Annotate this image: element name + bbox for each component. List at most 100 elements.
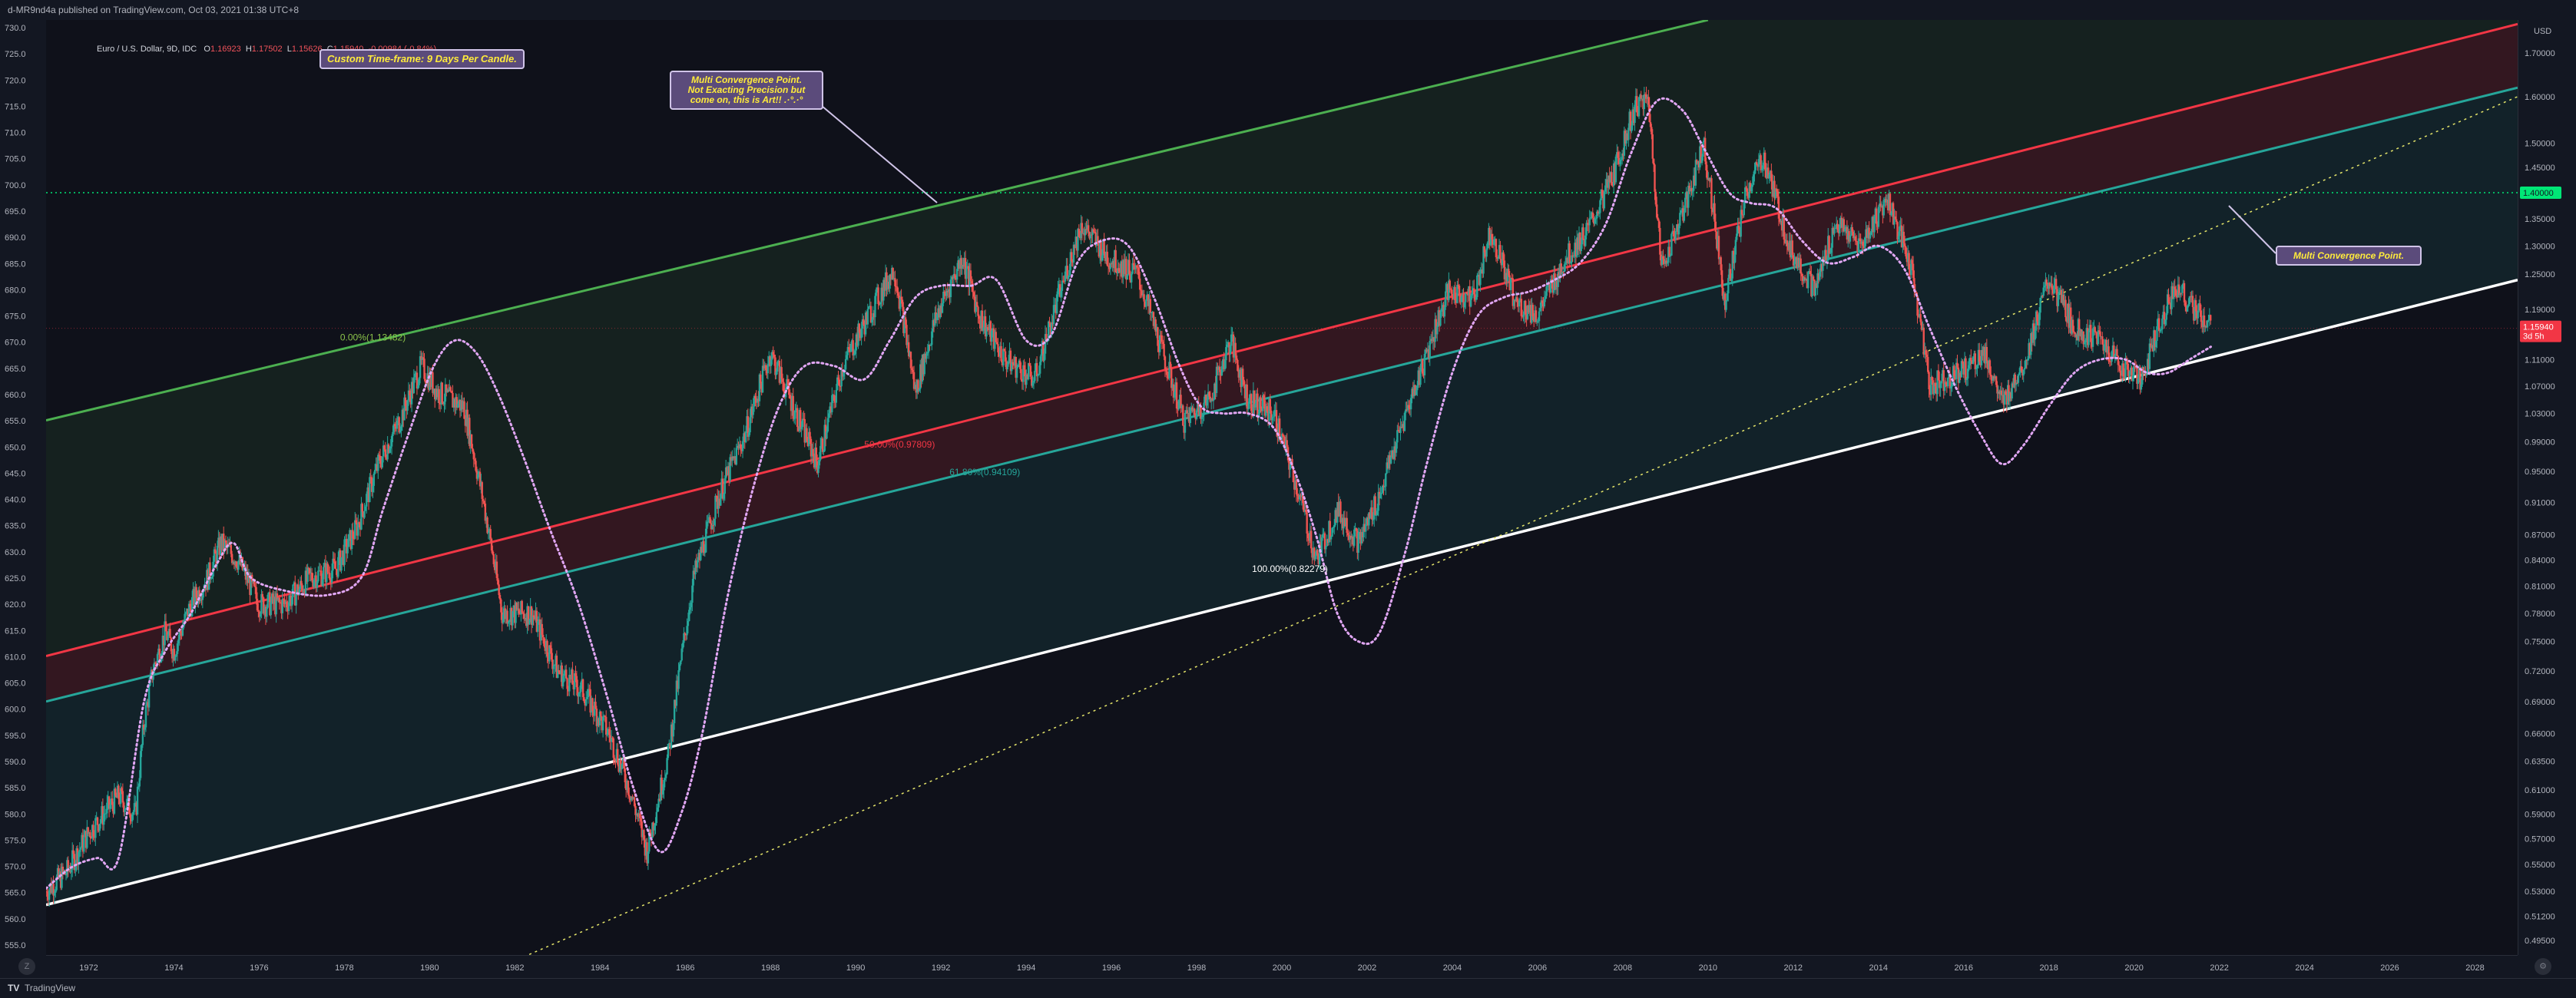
candle-body bbox=[121, 788, 123, 791]
last-price-value: 1.15940 bbox=[2523, 323, 2554, 332]
candle-body bbox=[1763, 152, 1766, 170]
candle-body bbox=[1002, 349, 1005, 366]
candle-body bbox=[70, 869, 73, 873]
candle-body bbox=[1032, 381, 1035, 382]
timeframe-note[interactable]: Custom Time-frame: 9 Days Per Candle. bbox=[320, 49, 525, 69]
candle-body bbox=[818, 459, 821, 466]
candle-body bbox=[1743, 187, 1747, 202]
candle-body bbox=[1627, 127, 1630, 140]
candle-body bbox=[1220, 366, 1223, 376]
right-axis-tick: 0.69000 bbox=[2525, 698, 2555, 707]
candle-body bbox=[770, 359, 773, 366]
time-axis[interactable]: 1972 1974 1976 1978 1980 1982 1984 1986 1988 1990… bbox=[46, 955, 2518, 979]
candle-body bbox=[1800, 258, 1802, 274]
candle-body bbox=[969, 270, 972, 282]
candle-body bbox=[709, 517, 711, 524]
candle-body bbox=[991, 330, 993, 342]
candle-body bbox=[1951, 382, 1953, 387]
candle-body bbox=[389, 448, 391, 453]
right-axis-tick: 0.53000 bbox=[2525, 887, 2555, 897]
chart-pane[interactable]: 0.00%(1.13482) 50.00%(0.97809) 61.80%(0.94… bbox=[46, 20, 2518, 955]
time-axis-tick: 1996 bbox=[1102, 963, 1121, 973]
candle-body bbox=[136, 786, 139, 815]
right-axis-tick: 1.70000 bbox=[2525, 49, 2555, 58]
candle-body bbox=[1928, 372, 1930, 390]
candle-body bbox=[2184, 302, 2187, 307]
candle-body bbox=[552, 666, 555, 669]
candle-body bbox=[1266, 406, 1268, 411]
candle-body bbox=[400, 426, 402, 431]
candle-body bbox=[543, 637, 545, 646]
candle-body bbox=[687, 620, 690, 626]
candle-body bbox=[1479, 269, 1482, 286]
left-axis-tick: 730.0 bbox=[5, 24, 26, 33]
open-label: O bbox=[204, 45, 210, 54]
candle-body bbox=[1322, 534, 1324, 538]
right-price-axis[interactable]: USD 1.70000 1.60000 1.50000 1.45000 1.35000 1.… bbox=[2518, 20, 2576, 955]
candle-body bbox=[1603, 191, 1606, 209]
time-axis-tick: 2020 bbox=[2124, 963, 2143, 973]
candle-body bbox=[2122, 363, 2124, 377]
candle-body bbox=[594, 702, 597, 709]
candle-body bbox=[1966, 368, 1969, 379]
candle-body bbox=[2160, 329, 2163, 331]
candle-body bbox=[2073, 331, 2075, 332]
candle-body bbox=[156, 654, 159, 664]
candle-body bbox=[364, 506, 367, 511]
candle-body bbox=[688, 610, 690, 621]
mcp-right-note[interactable]: Multi Convergence Point. bbox=[2276, 246, 2422, 266]
candle-body bbox=[89, 832, 91, 838]
candle-body bbox=[1492, 240, 1495, 245]
candle-body bbox=[1770, 170, 1773, 182]
footer-bar: TV TradingView bbox=[0, 978, 2576, 998]
axis-settings-button[interactable]: ⚙ bbox=[2535, 958, 2551, 975]
candle-body bbox=[986, 327, 988, 329]
time-axis-tick: 1998 bbox=[1187, 963, 1206, 973]
candle-body bbox=[643, 830, 645, 840]
scale-toggle-button[interactable]: Z bbox=[18, 958, 35, 975]
candle-body bbox=[500, 599, 502, 613]
candle-body bbox=[1674, 230, 1677, 240]
candle-body bbox=[1465, 292, 1468, 295]
candle-body bbox=[2045, 279, 2048, 285]
candle-body bbox=[2128, 371, 2131, 377]
candle-body bbox=[925, 353, 928, 359]
candle-body bbox=[330, 570, 333, 583]
candle-body bbox=[1376, 511, 1379, 515]
candle-body bbox=[1103, 240, 1105, 254]
candle-body bbox=[1408, 405, 1410, 408]
candle-body bbox=[1031, 382, 1034, 386]
candle-body bbox=[1486, 242, 1489, 249]
candle-body bbox=[1060, 290, 1062, 297]
candle-body bbox=[78, 849, 81, 852]
candle-body bbox=[900, 296, 902, 300]
candle-body bbox=[1475, 296, 1478, 300]
candle-body bbox=[1084, 229, 1087, 236]
left-price-axis[interactable]: 730.0 725.0 720.0 715.0 710.0 705.0 700.0 695.0… bbox=[0, 20, 47, 955]
candle-body bbox=[860, 329, 863, 339]
time-axis-tick: 2018 bbox=[2039, 963, 2058, 973]
candle-body bbox=[1990, 375, 1992, 377]
candle-body bbox=[1346, 517, 1348, 534]
candle-body bbox=[316, 581, 319, 588]
candle-body bbox=[369, 477, 371, 503]
candle-body bbox=[2091, 329, 2094, 347]
candle-body bbox=[2197, 310, 2200, 319]
candle-body bbox=[1485, 248, 1488, 257]
candle-body bbox=[1263, 395, 1265, 401]
candle-body bbox=[1109, 263, 1112, 269]
candle-body bbox=[2026, 359, 2029, 361]
mcp-top-note[interactable]: Multi Convergence Point. Not Exacting Pr… bbox=[670, 71, 823, 110]
candle-body bbox=[1657, 220, 1660, 228]
candle-body bbox=[2194, 300, 2197, 312]
chart-canvas[interactable]: 0.00%(1.13482) 50.00%(0.97809) 61.80%(0.94… bbox=[46, 20, 2518, 955]
tradingview-logo-icon[interactable]: TV bbox=[8, 979, 19, 998]
candle-body bbox=[846, 355, 848, 359]
candle-body bbox=[2186, 306, 2189, 312]
candle-body bbox=[794, 410, 796, 419]
brand-name[interactable]: TradingView bbox=[25, 979, 75, 998]
candle-body bbox=[230, 554, 233, 563]
candle-body bbox=[114, 788, 117, 795]
candle-body bbox=[177, 639, 180, 644]
candle-body bbox=[189, 603, 191, 607]
